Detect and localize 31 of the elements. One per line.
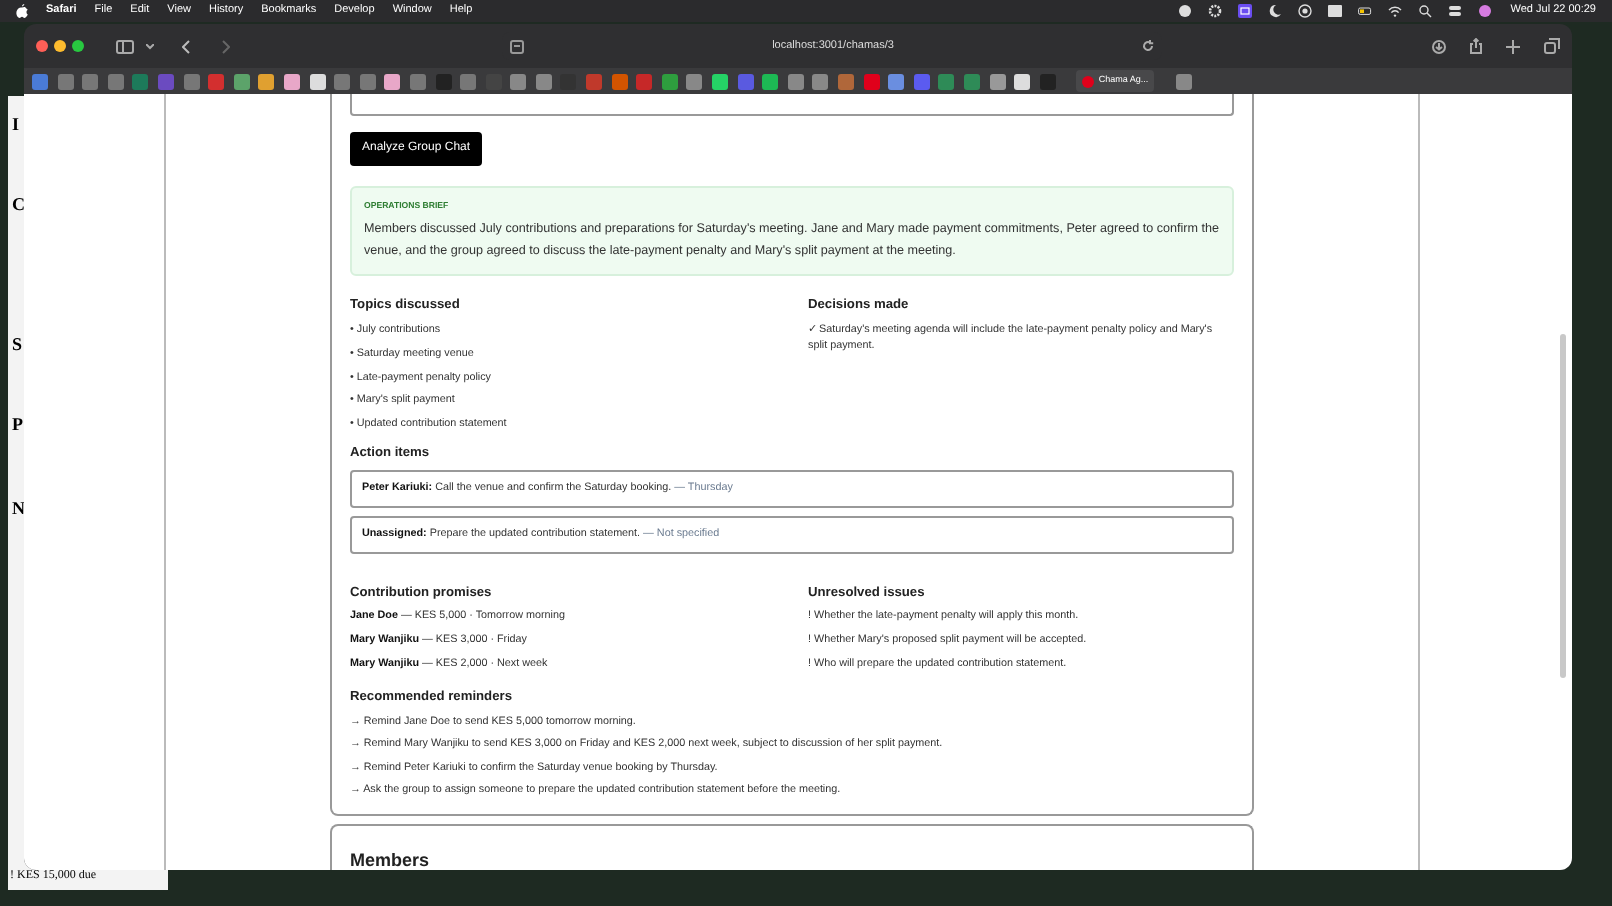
- moon-icon[interactable]: [1268, 4, 1283, 18]
- record-icon[interactable]: [1298, 4, 1313, 18]
- download-icon[interactable]: [1432, 39, 1446, 53]
- screen-mirror-icon[interactable]: [1238, 4, 1253, 18]
- chevron-down-icon[interactable]: [146, 43, 154, 49]
- forward-icon[interactable]: [222, 39, 230, 53]
- sidebar-icon[interactable]: [116, 39, 134, 53]
- scrollbar-thumb[interactable]: [1560, 334, 1566, 678]
- tab-overview-icon[interactable]: [1544, 38, 1560, 54]
- back-icon[interactable]: [182, 39, 190, 53]
- favicon-icon: [1082, 75, 1095, 87]
- cut-heading-letter: N: [12, 496, 25, 522]
- close-window-icon[interactable]: [36, 40, 48, 52]
- cut-heading-letter: S: [12, 332, 23, 358]
- share-icon[interactable]: [1470, 38, 1482, 54]
- cut-heading-letter: I: [12, 112, 20, 138]
- minimize-window-icon[interactable]: [54, 40, 66, 52]
- control-center-icon[interactable]: [1448, 4, 1463, 18]
- chat-input-field[interactable]: [350, 94, 1234, 116]
- reload-icon[interactable]: [1142, 40, 1154, 52]
- search-icon[interactable]: [1418, 4, 1433, 18]
- cut-heading-letter: P: [12, 412, 23, 438]
- battery-icon[interactable]: [1358, 4, 1373, 18]
- cut-heading-letter: C: [12, 192, 25, 218]
- page-icon: [510, 39, 524, 53]
- maximize-window-icon[interactable]: [72, 40, 84, 52]
- apple-logo-icon[interactable]: [16, 4, 28, 18]
- new-tab-icon[interactable]: [1506, 39, 1520, 53]
- wifi-icon[interactable]: [1388, 4, 1403, 18]
- gear-icon[interactable]: [1208, 4, 1223, 18]
- section-heading: Members: [350, 850, 430, 870]
